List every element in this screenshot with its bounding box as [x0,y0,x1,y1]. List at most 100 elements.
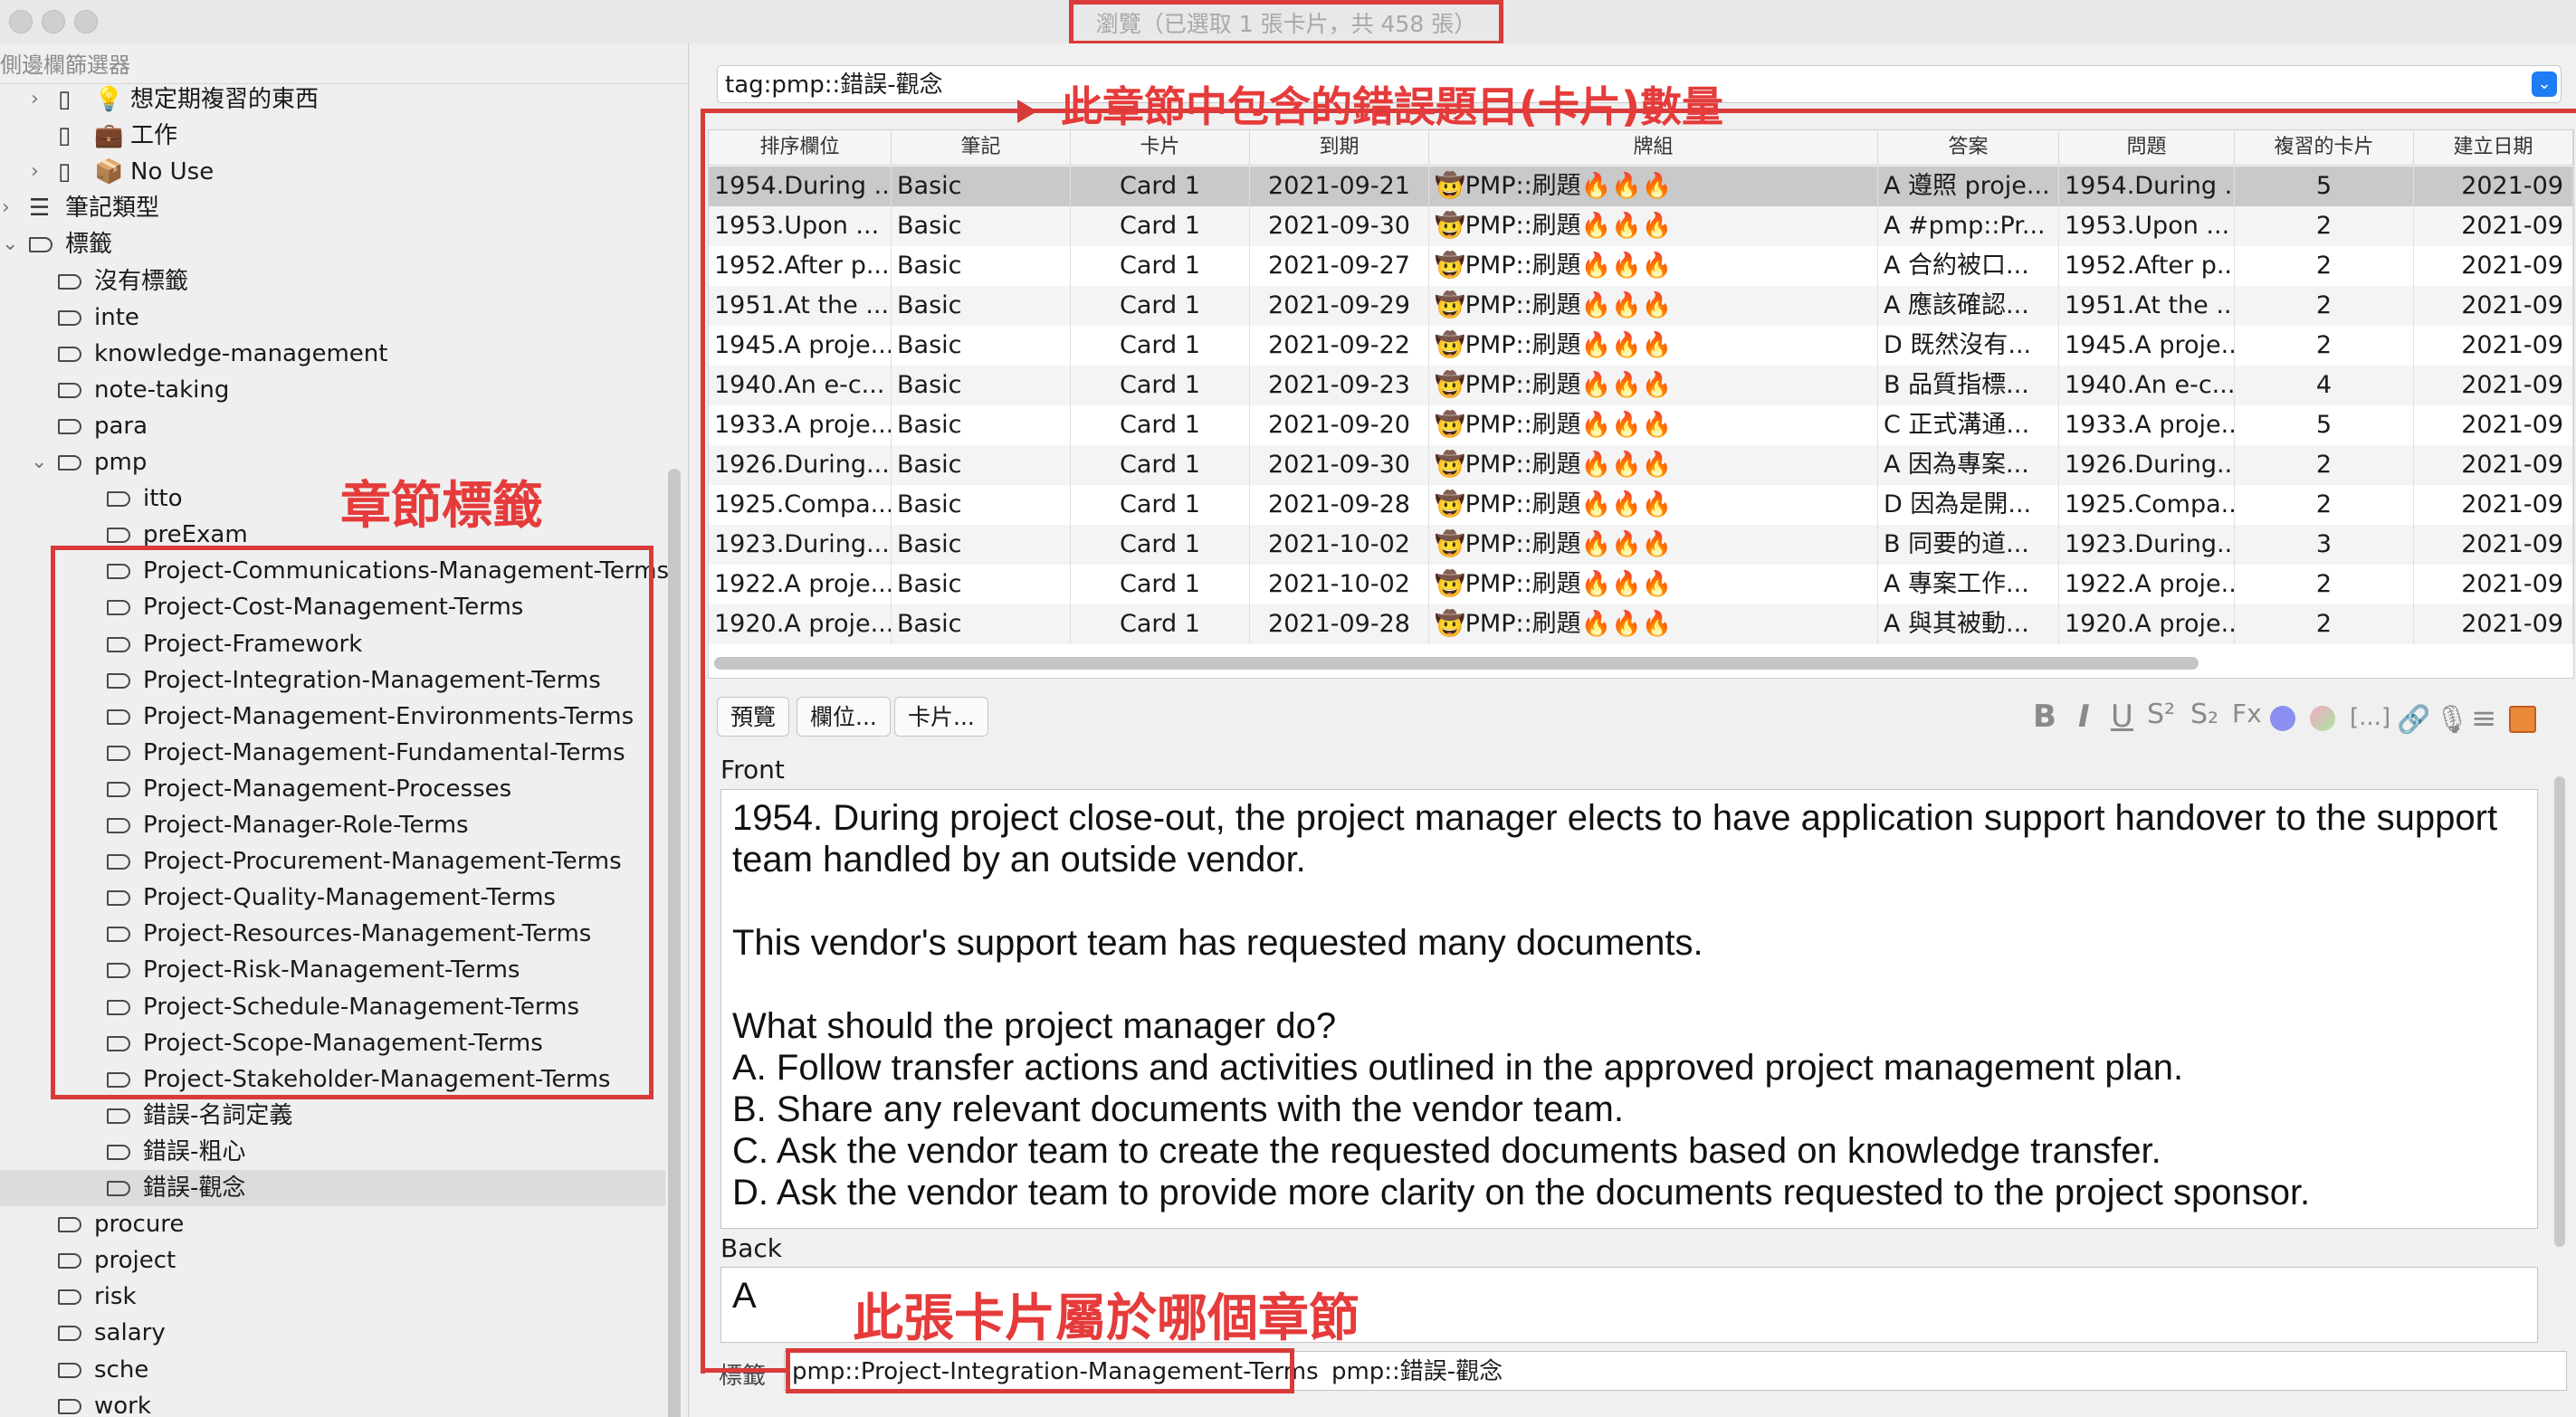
cards-button[interactable]: 卡片... [894,697,988,737]
column-header[interactable]: 卡片 [1071,130,1250,165]
sidebar-item[interactable]: para [0,408,665,444]
table-row[interactable]: 1953.Upon ... Basic Card 1 2021-09-30 🤠PMP::… [709,206,2573,246]
close-window-button[interactable] [9,10,33,33]
sidebar-item[interactable]: 錯誤-粗心 [0,1134,665,1170]
table-cell: Basic [892,445,1071,485]
tag-icon [58,273,81,290]
chevron-right-icon[interactable]: › [2,190,10,226]
fields-button[interactable]: 欄位... [797,697,891,737]
table-cell: 1922.A proje... [2059,565,2235,604]
sidebar-item[interactable]: procure [0,1206,665,1242]
sidebar-item[interactable]: inte [0,300,665,336]
column-header[interactable]: 到期 [1250,130,1429,165]
sidebar-item[interactable]: › ▯ 📦 No Use [0,154,665,190]
chevron-down-icon[interactable]: ⌄ [31,444,47,480]
table-cell: 2021-09 [2414,166,2573,206]
sidebar-item-label: risk [94,1283,137,1311]
table-row[interactable]: 1945.A proje... Basic Card 1 2021-09-22 🤠PMP… [709,326,2573,366]
table-row[interactable]: 1922.A proje... Basic Card 1 2021-10-02 🤠PMP… [709,565,2573,604]
column-header[interactable]: 答案 [1878,130,2059,165]
table-cell: 2021-09 [2414,445,2573,485]
table-cell: 🤠PMP::刷題🔥🔥🔥 [1429,246,1878,286]
text-color-icon[interactable] [2270,706,2295,731]
table-cell: B 同要的道... [1878,525,2059,565]
sidebar-scrollbar[interactable] [668,469,681,1417]
table-row[interactable]: 1954.During ... Basic Card 1 2021-09-21 🤠PMP… [709,166,2573,206]
sidebar-item[interactable]: ▯ 💼 工作 [0,118,665,154]
cloze-icon[interactable]: [...] [2350,704,2390,731]
underline-icon[interactable]: U [2111,699,2133,735]
column-header[interactable]: 牌組 [1429,130,1878,165]
italic-icon[interactable]: I [2078,699,2090,735]
column-header[interactable]: 建立日期 [2414,130,2573,165]
table-cell: 2021-09 [2414,485,2573,525]
sidebar-item[interactable]: salary [0,1315,665,1351]
sidebar-item[interactable]: knowledge-management [0,336,665,372]
table-row[interactable]: 1951.At the ... Basic Card 1 2021-09-29 🤠PMP… [709,286,2573,326]
front-field-line: D. Ask the vendor team to provide more c… [732,1173,2311,1213]
html-editor-icon[interactable] [2509,706,2536,733]
highlight-color-icon[interactable] [2310,706,2335,731]
table-cell: Card 1 [1071,485,1250,525]
table-cell: D 既然沒有... [1878,326,2059,366]
table-row[interactable]: 1952.After p... Basic Card 1 2021-09-27 🤠PMP… [709,246,2573,286]
sidebar-item[interactable]: 錯誤-名詞定義 [0,1098,665,1134]
table-cell: Basic [892,326,1071,366]
table-row[interactable]: 1940.An e-c... Basic Card 1 2021-09-23 🤠PMP:… [709,366,2573,405]
table-cell: 1926.During... [709,445,892,485]
sidebar-item[interactable]: 沒有標籤 [0,263,665,300]
sidebar-item[interactable]: › ☰ 筆記類型 [0,190,665,226]
tag-icon [58,1253,81,1270]
chevron-right-icon[interactable]: › [31,81,39,118]
zoom-window-button[interactable] [74,10,98,33]
sidebar-item[interactable]: sche [0,1352,665,1388]
front-field-line: This vendor's support team has requested… [732,923,1703,963]
table-cell: 🤠PMP::刷題🔥🔥🔥 [1429,166,1878,206]
chevron-right-icon[interactable]: › [31,154,39,190]
column-header[interactable]: 排序欄位 [709,130,892,165]
sidebar-item[interactable]: ⌄ pmp [0,444,665,480]
sidebar-item[interactable]: project [0,1242,665,1279]
sidebar-item-label: note-taking [94,376,230,404]
table-cell: Card 1 [1071,286,1250,326]
front-field-editor[interactable]: 1954. During project close-out, the proj… [720,789,2538,1229]
table-horizontal-scrollbar[interactable] [714,657,2199,670]
sidebar-item[interactable]: note-taking [0,372,665,408]
column-header[interactable]: 筆記 [892,130,1071,165]
preview-button[interactable]: 預覽 [717,697,790,737]
clear-format-icon[interactable]: Fx [2232,699,2262,728]
sidebar-item-label: 工作 [130,122,178,150]
editor-scrollbar[interactable] [2554,776,2565,1247]
sidebar-item[interactable]: itto [0,480,665,517]
search-history-dropdown-icon[interactable]: ⌄ [2532,71,2557,97]
sidebar-item[interactable]: › ▯ 💡 想定期複習的東西 [0,81,665,118]
column-header[interactable]: 問題 [2059,130,2235,165]
back-field-label: Back [720,1233,782,1263]
sidebar-item[interactable]: risk [0,1279,665,1315]
table-cell: 🤠PMP::刷題🔥🔥🔥 [1429,366,1878,405]
table-row[interactable]: 1925.Compa... Basic Card 1 2021-09-28 🤠PMP::… [709,485,2573,525]
tag-icon [107,1181,130,1196]
attach-icon[interactable]: 🔗 [2397,704,2430,736]
which-chapter-annotation: 此張卡片屬於哪個章節 [853,1289,1360,1348]
table-row[interactable]: 1923.During... Basic Card 1 2021-10-02 🤠PMP:… [709,525,2573,565]
table-row[interactable]: 1926.During... Basic Card 1 2021-09-30 🤠PMP:… [709,445,2573,485]
column-header[interactable]: 複習的卡片 [2235,130,2414,165]
deck-icon: ▯ [58,158,72,186]
superscript-icon[interactable]: S² [2147,699,2175,730]
chevron-down-icon[interactable]: ⌄ [2,226,18,262]
table-row[interactable]: 1933.A proje... Basic Card 1 2021-09-20 🤠PMP… [709,405,2573,445]
sidebar-item[interactable]: work [0,1388,665,1417]
subscript-icon[interactable]: S₂ [2190,699,2218,730]
more-options-icon[interactable]: ≡ [2471,700,2497,737]
sidebar-filter-input[interactable]: 側邊欄篩選器 [0,47,688,84]
record-audio-icon[interactable]: 🎙 [2435,704,2469,736]
sidebar-item[interactable]: ⌄ 標籤 [0,226,665,262]
tag-chip-error[interactable]: pmp::錯誤-觀念 [1331,1358,1503,1385]
table-row[interactable]: 1920.A proje... Basic Card 1 2021-09-28 🤠PMP… [709,604,2573,644]
sidebar-item[interactable]: 錯誤-觀念 [0,1170,665,1206]
table-cell: 2021-09-27 [1250,246,1429,286]
table-cell: 2021-09-29 [1250,286,1429,326]
minimize-window-button[interactable] [42,10,65,33]
bold-icon[interactable]: B [2033,699,2056,735]
